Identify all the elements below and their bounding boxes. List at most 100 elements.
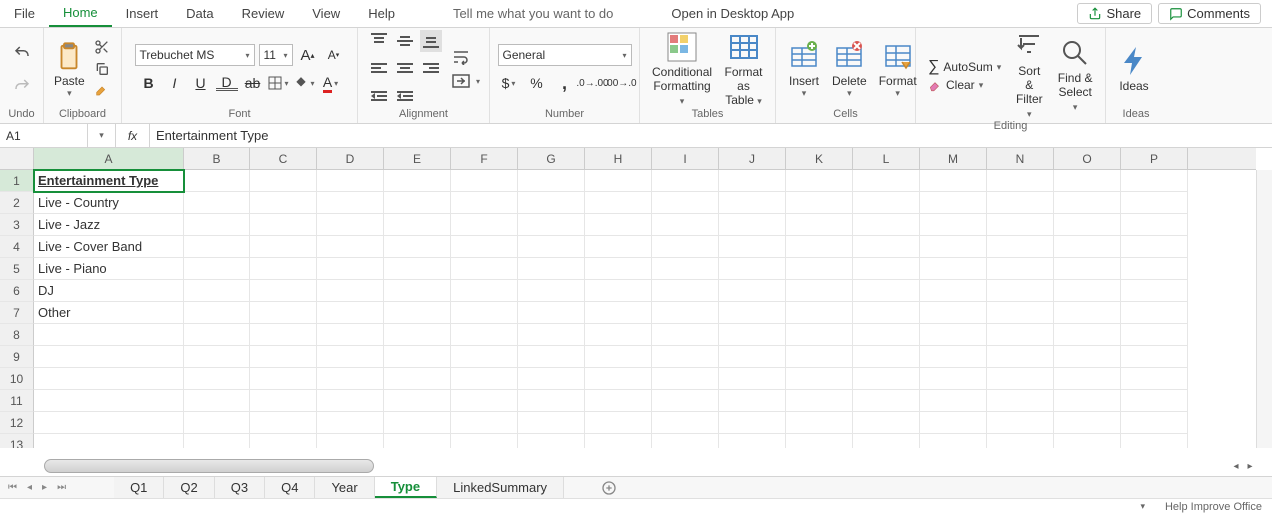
cell-I13[interactable] [652, 434, 719, 448]
cell-I6[interactable] [652, 280, 719, 302]
cell-K13[interactable] [786, 434, 853, 448]
cell-J6[interactable] [719, 280, 786, 302]
cell-K6[interactable] [786, 280, 853, 302]
cell-M4[interactable] [920, 236, 987, 258]
cell-M8[interactable] [920, 324, 987, 346]
cell-M6[interactable] [920, 280, 987, 302]
cells-area[interactable]: Entertainment TypeLive - CountryLive - J… [34, 170, 1256, 448]
cell-M9[interactable] [920, 346, 987, 368]
cell-C13[interactable] [250, 434, 317, 448]
row-header-8[interactable]: 8 [0, 324, 34, 346]
cell-L2[interactable] [853, 192, 920, 214]
cell-N12[interactable] [987, 412, 1054, 434]
italic-button[interactable]: I [164, 72, 186, 94]
cell-F13[interactable] [451, 434, 518, 448]
increase-indent-button[interactable] [394, 86, 416, 108]
cell-B5[interactable] [184, 258, 250, 280]
cell-J8[interactable] [719, 324, 786, 346]
cell-C9[interactable] [250, 346, 317, 368]
cell-K3[interactable] [786, 214, 853, 236]
cell-J1[interactable] [719, 170, 786, 192]
row-header-10[interactable]: 10 [0, 368, 34, 390]
cell-E13[interactable] [384, 434, 451, 448]
col-header-N[interactable]: N [987, 148, 1054, 169]
cell-A6[interactable]: DJ [34, 280, 184, 302]
cell-C10[interactable] [250, 368, 317, 390]
cell-C3[interactable] [250, 214, 317, 236]
cell-F1[interactable] [451, 170, 518, 192]
cell-O11[interactable] [1054, 390, 1121, 412]
fill-color-button[interactable]: ▾ [294, 72, 316, 94]
cell-E11[interactable] [384, 390, 451, 412]
align-center-button[interactable] [394, 58, 416, 80]
border-button[interactable]: ▾ [268, 72, 290, 94]
cell-L1[interactable] [853, 170, 920, 192]
cell-O1[interactable] [1054, 170, 1121, 192]
cell-L8[interactable] [853, 324, 920, 346]
row-header-7[interactable]: 7 [0, 302, 34, 324]
copy-button[interactable] [91, 58, 113, 80]
col-header-P[interactable]: P [1121, 148, 1188, 169]
cell-G9[interactable] [518, 346, 585, 368]
cell-P13[interactable] [1121, 434, 1188, 448]
cell-A13[interactable] [34, 434, 184, 448]
cell-C2[interactable] [250, 192, 317, 214]
row-header-9[interactable]: 9 [0, 346, 34, 368]
cell-C4[interactable] [250, 236, 317, 258]
cell-H5[interactable] [585, 258, 652, 280]
cell-M13[interactable] [920, 434, 987, 448]
strike-button[interactable]: ab [242, 72, 264, 94]
cell-N1[interactable] [987, 170, 1054, 192]
row-header-13[interactable]: 13 [0, 434, 34, 448]
cell-L11[interactable] [853, 390, 920, 412]
cell-M10[interactable] [920, 368, 987, 390]
cell-M5[interactable] [920, 258, 987, 280]
cell-L13[interactable] [853, 434, 920, 448]
cell-D1[interactable] [317, 170, 384, 192]
cell-A8[interactable] [34, 324, 184, 346]
col-header-H[interactable]: H [585, 148, 652, 169]
cell-K12[interactable] [786, 412, 853, 434]
cell-I1[interactable] [652, 170, 719, 192]
cell-P11[interactable] [1121, 390, 1188, 412]
cell-A11[interactable] [34, 390, 184, 412]
insert-cells-button[interactable]: Insert▾ [782, 40, 826, 99]
cell-O4[interactable] [1054, 236, 1121, 258]
cell-D7[interactable] [317, 302, 384, 324]
col-header-F[interactable]: F [451, 148, 518, 169]
sheet-tab-q2[interactable]: Q2 [164, 477, 214, 498]
tab-file[interactable]: File [0, 0, 49, 27]
cell-B13[interactable] [184, 434, 250, 448]
cell-B2[interactable] [184, 192, 250, 214]
underline-button[interactable]: U [190, 72, 212, 94]
autosum-button[interactable]: ∑ AutoSum ▾ [928, 58, 1001, 76]
paste-button[interactable]: Paste ▾ [50, 40, 89, 99]
delete-cells-button[interactable]: Delete▾ [826, 40, 873, 99]
cell-D13[interactable] [317, 434, 384, 448]
cell-G12[interactable] [518, 412, 585, 434]
cell-G10[interactable] [518, 368, 585, 390]
cell-J13[interactable] [719, 434, 786, 448]
col-header-O[interactable]: O [1054, 148, 1121, 169]
cell-K11[interactable] [786, 390, 853, 412]
row-header-1[interactable]: 1 [0, 170, 34, 192]
cell-J4[interactable] [719, 236, 786, 258]
cell-F2[interactable] [451, 192, 518, 214]
redo-button[interactable] [10, 74, 34, 98]
cell-D8[interactable] [317, 324, 384, 346]
cell-G1[interactable] [518, 170, 585, 192]
name-box-dropdown[interactable]: ▾ [88, 124, 116, 147]
cell-E7[interactable] [384, 302, 451, 324]
col-header-K[interactable]: K [786, 148, 853, 169]
cell-P4[interactable] [1121, 236, 1188, 258]
currency-button[interactable]: $▾ [498, 72, 520, 94]
cell-E10[interactable] [384, 368, 451, 390]
cell-O12[interactable] [1054, 412, 1121, 434]
row-header-11[interactable]: 11 [0, 390, 34, 412]
cell-I11[interactable] [652, 390, 719, 412]
tab-view[interactable]: View [298, 0, 354, 27]
cell-D2[interactable] [317, 192, 384, 214]
cell-G4[interactable] [518, 236, 585, 258]
col-header-J[interactable]: J [719, 148, 786, 169]
cell-P12[interactable] [1121, 412, 1188, 434]
